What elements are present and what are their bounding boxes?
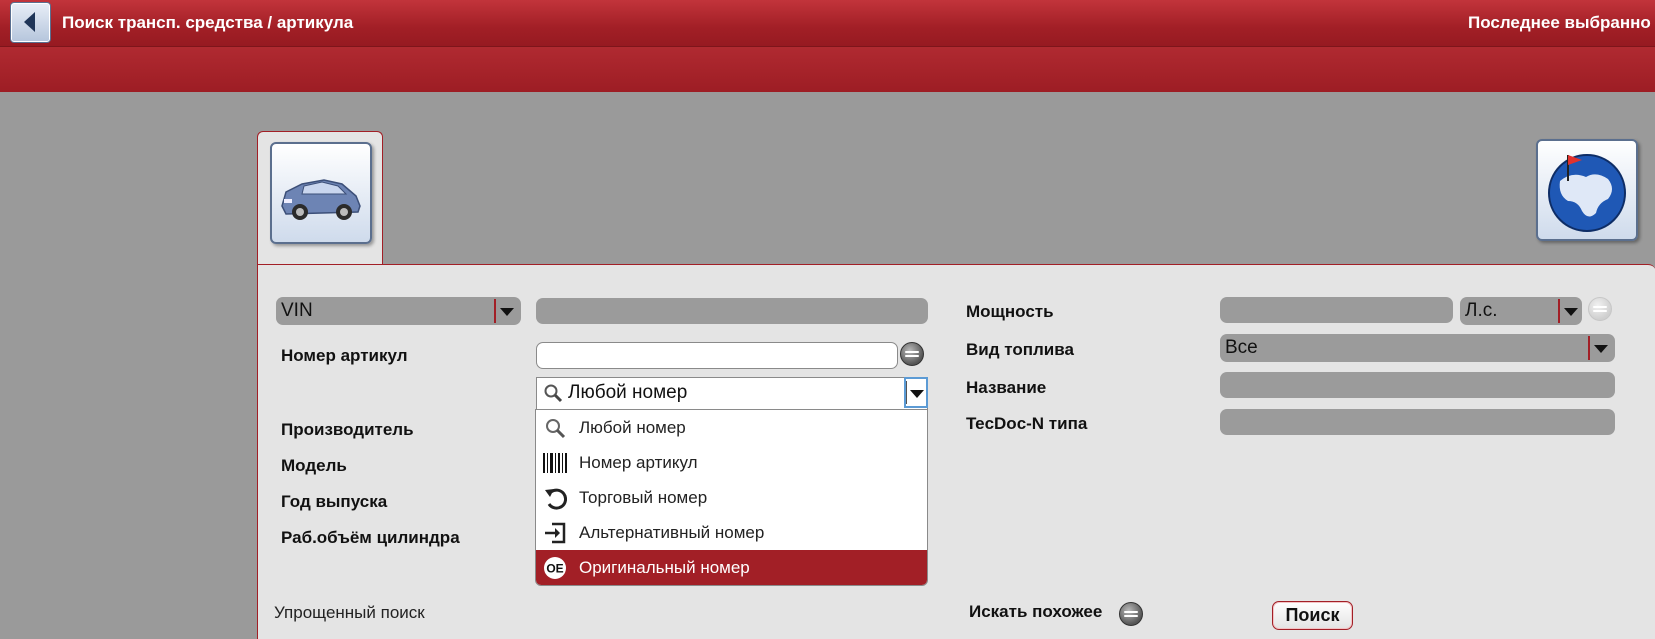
back-arrow-icon	[24, 12, 35, 32]
year-label: Год выпуска	[281, 492, 388, 511]
language-region-button[interactable]	[1536, 139, 1638, 241]
search-button[interactable]: Поиск	[1272, 601, 1353, 630]
similar-search-label: Искать похожее	[969, 602, 1103, 621]
dropdown-toggle[interactable]	[904, 377, 928, 408]
power-unit-select[interactable]: Л.с.	[1460, 297, 1582, 325]
number-type-value: Любой номер	[568, 382, 688, 403]
power-search-icon[interactable]	[1588, 297, 1612, 321]
select-separator	[494, 299, 496, 323]
undo-arrow-icon	[545, 488, 567, 510]
list-item[interactable]: Альтернативный номер	[536, 515, 927, 550]
similar-search-icon[interactable]	[1119, 602, 1143, 626]
list-item-label: Оригинальный номер	[579, 558, 750, 577]
select-separator	[1588, 336, 1590, 360]
magnifier-icon	[544, 384, 563, 403]
list-item-label: Любой номер	[579, 418, 686, 437]
fuel-type-select[interactable]: Все	[1220, 334, 1615, 362]
globe-icon	[1548, 154, 1626, 232]
list-item[interactable]: Номер артикул	[536, 445, 927, 480]
power-label: Мощность	[966, 302, 1054, 321]
list-item[interactable]: Торговый номер	[536, 480, 927, 515]
manufacturer-label: Производитель	[281, 420, 414, 439]
number-type-select[interactable]: Любой номер	[536, 377, 928, 410]
power-input[interactable]	[1220, 297, 1453, 323]
enter-box-icon	[545, 522, 566, 544]
chevron-down-icon	[1564, 308, 1578, 316]
article-number-label: Номер артикул	[281, 346, 408, 365]
number-type-dropdown-list: Любой номер Номер артикул Торговый номер…	[535, 409, 928, 586]
simple-search-link[interactable]: Упрощенный поиск	[274, 603, 425, 623]
list-item[interactable]: Любой номер	[536, 410, 927, 445]
article-search-icon[interactable]	[900, 342, 924, 366]
magnifier-icon	[546, 419, 566, 439]
back-button[interactable]	[10, 2, 51, 43]
tecdoc-type-input[interactable]	[1220, 409, 1615, 435]
model-label: Модель	[281, 456, 347, 475]
chevron-down-icon	[500, 308, 514, 316]
recent-selection-link[interactable]: Последнее выбранно	[1468, 13, 1651, 33]
list-item-label: Номер артикул	[579, 453, 698, 472]
vin-input[interactable]	[536, 298, 928, 324]
chevron-down-icon	[910, 390, 924, 398]
fuel-type-label: Вид топлива	[966, 340, 1074, 359]
page-title: Поиск трансп. средства / артикула	[62, 13, 354, 32]
tecdoc-type-label: TecDoc-N типа	[966, 414, 1088, 433]
name-label: Название	[966, 378, 1047, 397]
vin-type-select[interactable]: VIN	[276, 297, 521, 325]
fuel-type-value: Все	[1225, 337, 1258, 358]
vin-select-value: VIN	[281, 300, 313, 321]
list-item-label: Торговый номер	[579, 488, 708, 507]
oe-badge-icon: OE	[544, 557, 566, 579]
select-separator	[906, 381, 907, 404]
chevron-down-icon	[1594, 345, 1608, 353]
car-icon	[281, 179, 361, 220]
sub-toolbar	[0, 46, 1655, 92]
list-item-selected[interactable]: OE Оригинальный номер	[536, 550, 927, 585]
svg-text:OE: OE	[546, 562, 563, 576]
barcode-icon	[543, 453, 567, 473]
name-input[interactable]	[1220, 372, 1615, 398]
power-unit-value: Л.с.	[1465, 300, 1498, 321]
vehicle-search-tile[interactable]	[270, 142, 372, 244]
engine-volume-label: Раб.объём цилиндра	[281, 528, 460, 547]
list-item-label: Альтернативный номер	[579, 523, 765, 542]
select-separator	[1558, 299, 1560, 323]
article-number-input[interactable]	[536, 342, 898, 369]
